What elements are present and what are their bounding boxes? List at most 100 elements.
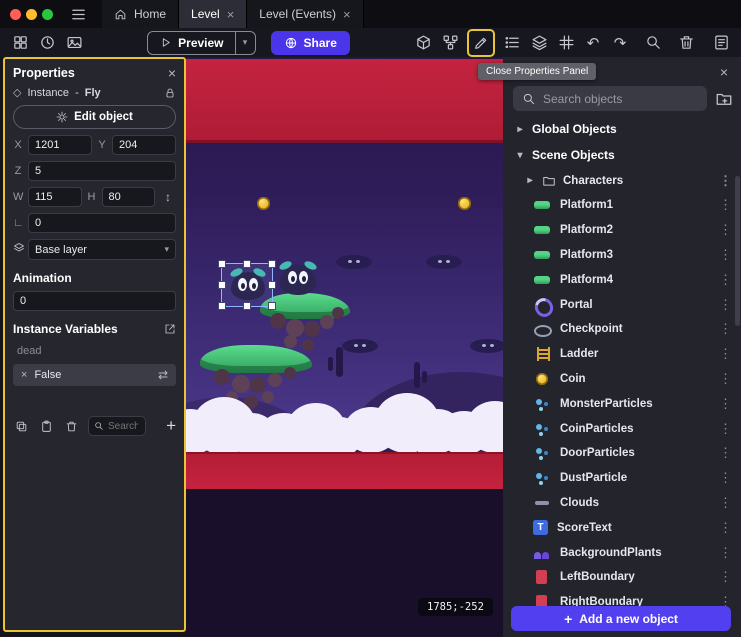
fullscreen-window-button[interactable]	[42, 9, 53, 20]
kebab-menu-icon[interactable]: ⋮	[719, 569, 731, 585]
coin-instance[interactable]	[257, 197, 270, 210]
kebab-menu-icon[interactable]: ⋮	[719, 520, 731, 536]
selection-handle[interactable]	[269, 261, 275, 267]
tab-level-events[interactable]: Level (Events) ×	[247, 0, 363, 28]
media-library-icon[interactable]	[62, 31, 86, 55]
lock-aspect-ratio-icon[interactable]: ↕	[160, 190, 176, 204]
object-row-portal[interactable]: Portal ⋮	[503, 292, 741, 317]
object-row-leftboundary[interactable]: LeftBoundary ⋮	[503, 565, 741, 590]
group-global-objects[interactable]: ▸ Global Objects	[503, 116, 741, 142]
open-variables-editor-icon[interactable]	[164, 323, 176, 335]
kebab-menu-icon[interactable]: ⋮	[719, 421, 731, 437]
fly-silhouette-instance[interactable]	[426, 255, 462, 269]
preview-options-button[interactable]: ▾	[235, 32, 255, 54]
copy-icon[interactable]	[13, 420, 29, 433]
hamburger-menu-icon[interactable]	[66, 2, 90, 26]
delete-icon[interactable]	[674, 31, 698, 55]
instances-icon[interactable]	[438, 31, 462, 55]
share-button[interactable]: Share	[271, 31, 350, 55]
coin-instance[interactable]	[458, 197, 471, 210]
preview-button[interactable]: Preview	[148, 32, 234, 54]
kebab-menu-icon[interactable]: ⋮	[719, 321, 731, 337]
kebab-menu-icon[interactable]: ⋮	[719, 222, 731, 238]
objects-search[interactable]	[513, 86, 707, 111]
fly-instance[interactable]	[280, 265, 316, 295]
close-icon[interactable]: ×	[343, 8, 351, 21]
fly-silhouette-instance[interactable]	[470, 339, 503, 353]
objects-search-input[interactable]	[543, 92, 698, 106]
kebab-menu-icon[interactable]: ⋮	[719, 197, 731, 213]
object-row-scoretext[interactable]: T ScoreText ⋮	[503, 515, 741, 540]
variables-search-input[interactable]	[108, 421, 138, 432]
object-row-coin[interactable]: Coin ⋮	[503, 367, 741, 392]
paste-icon[interactable]	[38, 420, 54, 433]
history-icon[interactable]	[35, 31, 59, 55]
kebab-menu-icon[interactable]: ⋮	[719, 247, 731, 263]
variable-value-row[interactable]: × False ⇄	[13, 364, 176, 386]
selection-handle[interactable]	[219, 282, 225, 288]
object-row-backgroundplants[interactable]: BackgroundPlants ⋮	[503, 540, 741, 565]
kebab-menu-icon[interactable]: ⋮	[719, 495, 731, 511]
add-new-object-button[interactable]: + Add a new object	[511, 606, 731, 631]
redo-icon[interactable]: ↷	[608, 31, 632, 55]
kebab-menu-icon[interactable]: ⋮	[719, 396, 731, 412]
grid-icon[interactable]	[554, 31, 578, 55]
folder-characters[interactable]: ▸ Characters ⋮	[503, 168, 741, 193]
pencil-icon[interactable]	[470, 32, 492, 54]
variable-name[interactable]: dead	[13, 342, 176, 358]
object-row-doorparticles[interactable]: DoorParticles ⋮	[503, 441, 741, 466]
layers-icon[interactable]	[527, 31, 551, 55]
zoom-icon[interactable]	[641, 31, 665, 55]
selection-handle[interactable]	[219, 261, 225, 267]
kebab-menu-icon[interactable]: ⋮	[719, 445, 731, 461]
kebab-menu-icon[interactable]: ⋮	[719, 173, 731, 189]
undo-icon[interactable]: ↶	[581, 31, 605, 55]
kebab-menu-icon[interactable]: ⋮	[719, 297, 731, 313]
height-input[interactable]	[102, 187, 156, 207]
kebab-menu-icon[interactable]: ⋮	[719, 470, 731, 486]
object-row-coinparticles[interactable]: CoinParticles ⋮	[503, 416, 741, 441]
angle-input[interactable]	[28, 213, 176, 233]
swap-value-icon[interactable]: ⇄	[158, 368, 168, 382]
object-row-checkpoint[interactable]: Checkpoint ⋮	[503, 317, 741, 342]
object-row-platform1[interactable]: Platform1 ⋮	[503, 193, 741, 218]
width-input[interactable]	[28, 187, 82, 207]
tab-level[interactable]: Level ×	[179, 0, 247, 28]
close-icon[interactable]: ×	[227, 8, 235, 21]
fly-instance-selected[interactable]	[231, 272, 265, 300]
layer-select[interactable]: Base layer ▾	[28, 239, 176, 260]
animation-input[interactable]	[13, 291, 176, 311]
add-variable-button[interactable]: +	[166, 416, 176, 436]
object-row-dustparticle[interactable]: DustParticle ⋮	[503, 466, 741, 491]
fly-silhouette-instance[interactable]	[342, 339, 378, 353]
fly-silhouette-instance[interactable]	[336, 255, 372, 269]
kebab-menu-icon[interactable]: ⋮	[719, 272, 731, 288]
minimize-window-button[interactable]	[26, 9, 37, 20]
kebab-menu-icon[interactable]: ⋮	[719, 371, 731, 387]
panels-layout-icon[interactable]	[8, 31, 32, 55]
selection-handle[interactable]	[244, 261, 250, 267]
selection-handle[interactable]	[244, 303, 250, 309]
selection-handle[interactable]	[269, 282, 275, 288]
lock-icon[interactable]	[164, 87, 176, 99]
tab-home[interactable]: Home	[102, 0, 179, 28]
close-icon[interactable]: ×	[720, 65, 728, 79]
kebab-menu-icon[interactable]: ⋮	[719, 346, 731, 362]
variables-search[interactable]	[88, 416, 146, 436]
object-row-clouds[interactable]: Clouds ⋮	[503, 491, 741, 516]
edit-events-icon[interactable]	[709, 31, 733, 55]
x-position-input[interactable]	[28, 135, 92, 155]
close-icon[interactable]: ×	[168, 66, 176, 80]
object-row-platform2[interactable]: Platform2 ⋮	[503, 218, 741, 243]
group-scene-objects[interactable]: ▾ Scene Objects	[503, 142, 741, 168]
object-row-monsterparticles[interactable]: MonsterParticles ⋮	[503, 391, 741, 416]
properties-list-icon[interactable]	[500, 31, 524, 55]
kebab-menu-icon[interactable]: ⋮	[719, 545, 731, 561]
selection-handle[interactable]	[219, 303, 225, 309]
z-order-input[interactable]	[28, 161, 176, 181]
selection-box[interactable]	[221, 263, 273, 307]
object-row-ladder[interactable]: Ladder ⋮	[503, 342, 741, 367]
y-position-input[interactable]	[112, 135, 176, 155]
object-icon[interactable]	[411, 31, 435, 55]
selection-handle[interactable]	[269, 303, 275, 309]
